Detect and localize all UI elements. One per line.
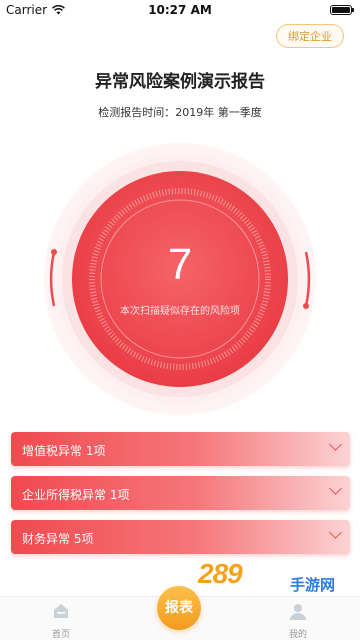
home-icon: [54, 604, 68, 618]
status-bar: Carrier 10:27 AM: [0, 0, 360, 20]
risk-item-label: 财务异常 5项: [22, 532, 94, 546]
tab-mine-label: 我的: [288, 630, 307, 640]
risk-item-vat[interactable]: 增值税异常 1项: [11, 432, 350, 466]
page-title: 异常风险案例演示报告: [95, 72, 265, 92]
tab-home-label: 首页: [51, 630, 70, 640]
risk-count-label: 本次扫描疑似存在的风险项: [120, 306, 240, 317]
risk-item-income-tax[interactable]: 企业所得税异常 1项: [11, 476, 350, 510]
status-time: 10:27 AM: [148, 3, 212, 17]
chevron-down-icon: [329, 438, 342, 451]
report-period: 检测报告时间：2019年 第一季度: [98, 106, 262, 119]
tab-report-button[interactable]: 报表: [157, 586, 201, 630]
risk-gauge: 7 本次扫描疑似存在的风险项: [43, 142, 317, 416]
user-icon: [290, 604, 306, 620]
tab-home[interactable]: 首页: [31, 601, 91, 640]
chevron-down-icon: [329, 482, 342, 495]
tab-mine[interactable]: 我的: [268, 601, 328, 640]
risk-count: 7: [167, 240, 193, 289]
watermark: 289 手游网: [198, 558, 348, 598]
risk-item-label: 增值税异常 1项: [22, 444, 106, 458]
bind-company-button[interactable]: 绑定企业: [276, 24, 344, 48]
risk-item-label: 企业所得税异常 1项: [22, 488, 130, 502]
watermark-text: 手游网: [290, 576, 336, 594]
risk-item-finance[interactable]: 财务异常 5项: [11, 520, 350, 554]
chevron-down-icon: [329, 526, 342, 539]
watermark-logo: 289: [198, 558, 243, 589]
risk-list: 增值税异常 1项 企业所得税异常 1项 财务异常 5项: [11, 432, 350, 564]
battery-icon: [330, 5, 354, 15]
